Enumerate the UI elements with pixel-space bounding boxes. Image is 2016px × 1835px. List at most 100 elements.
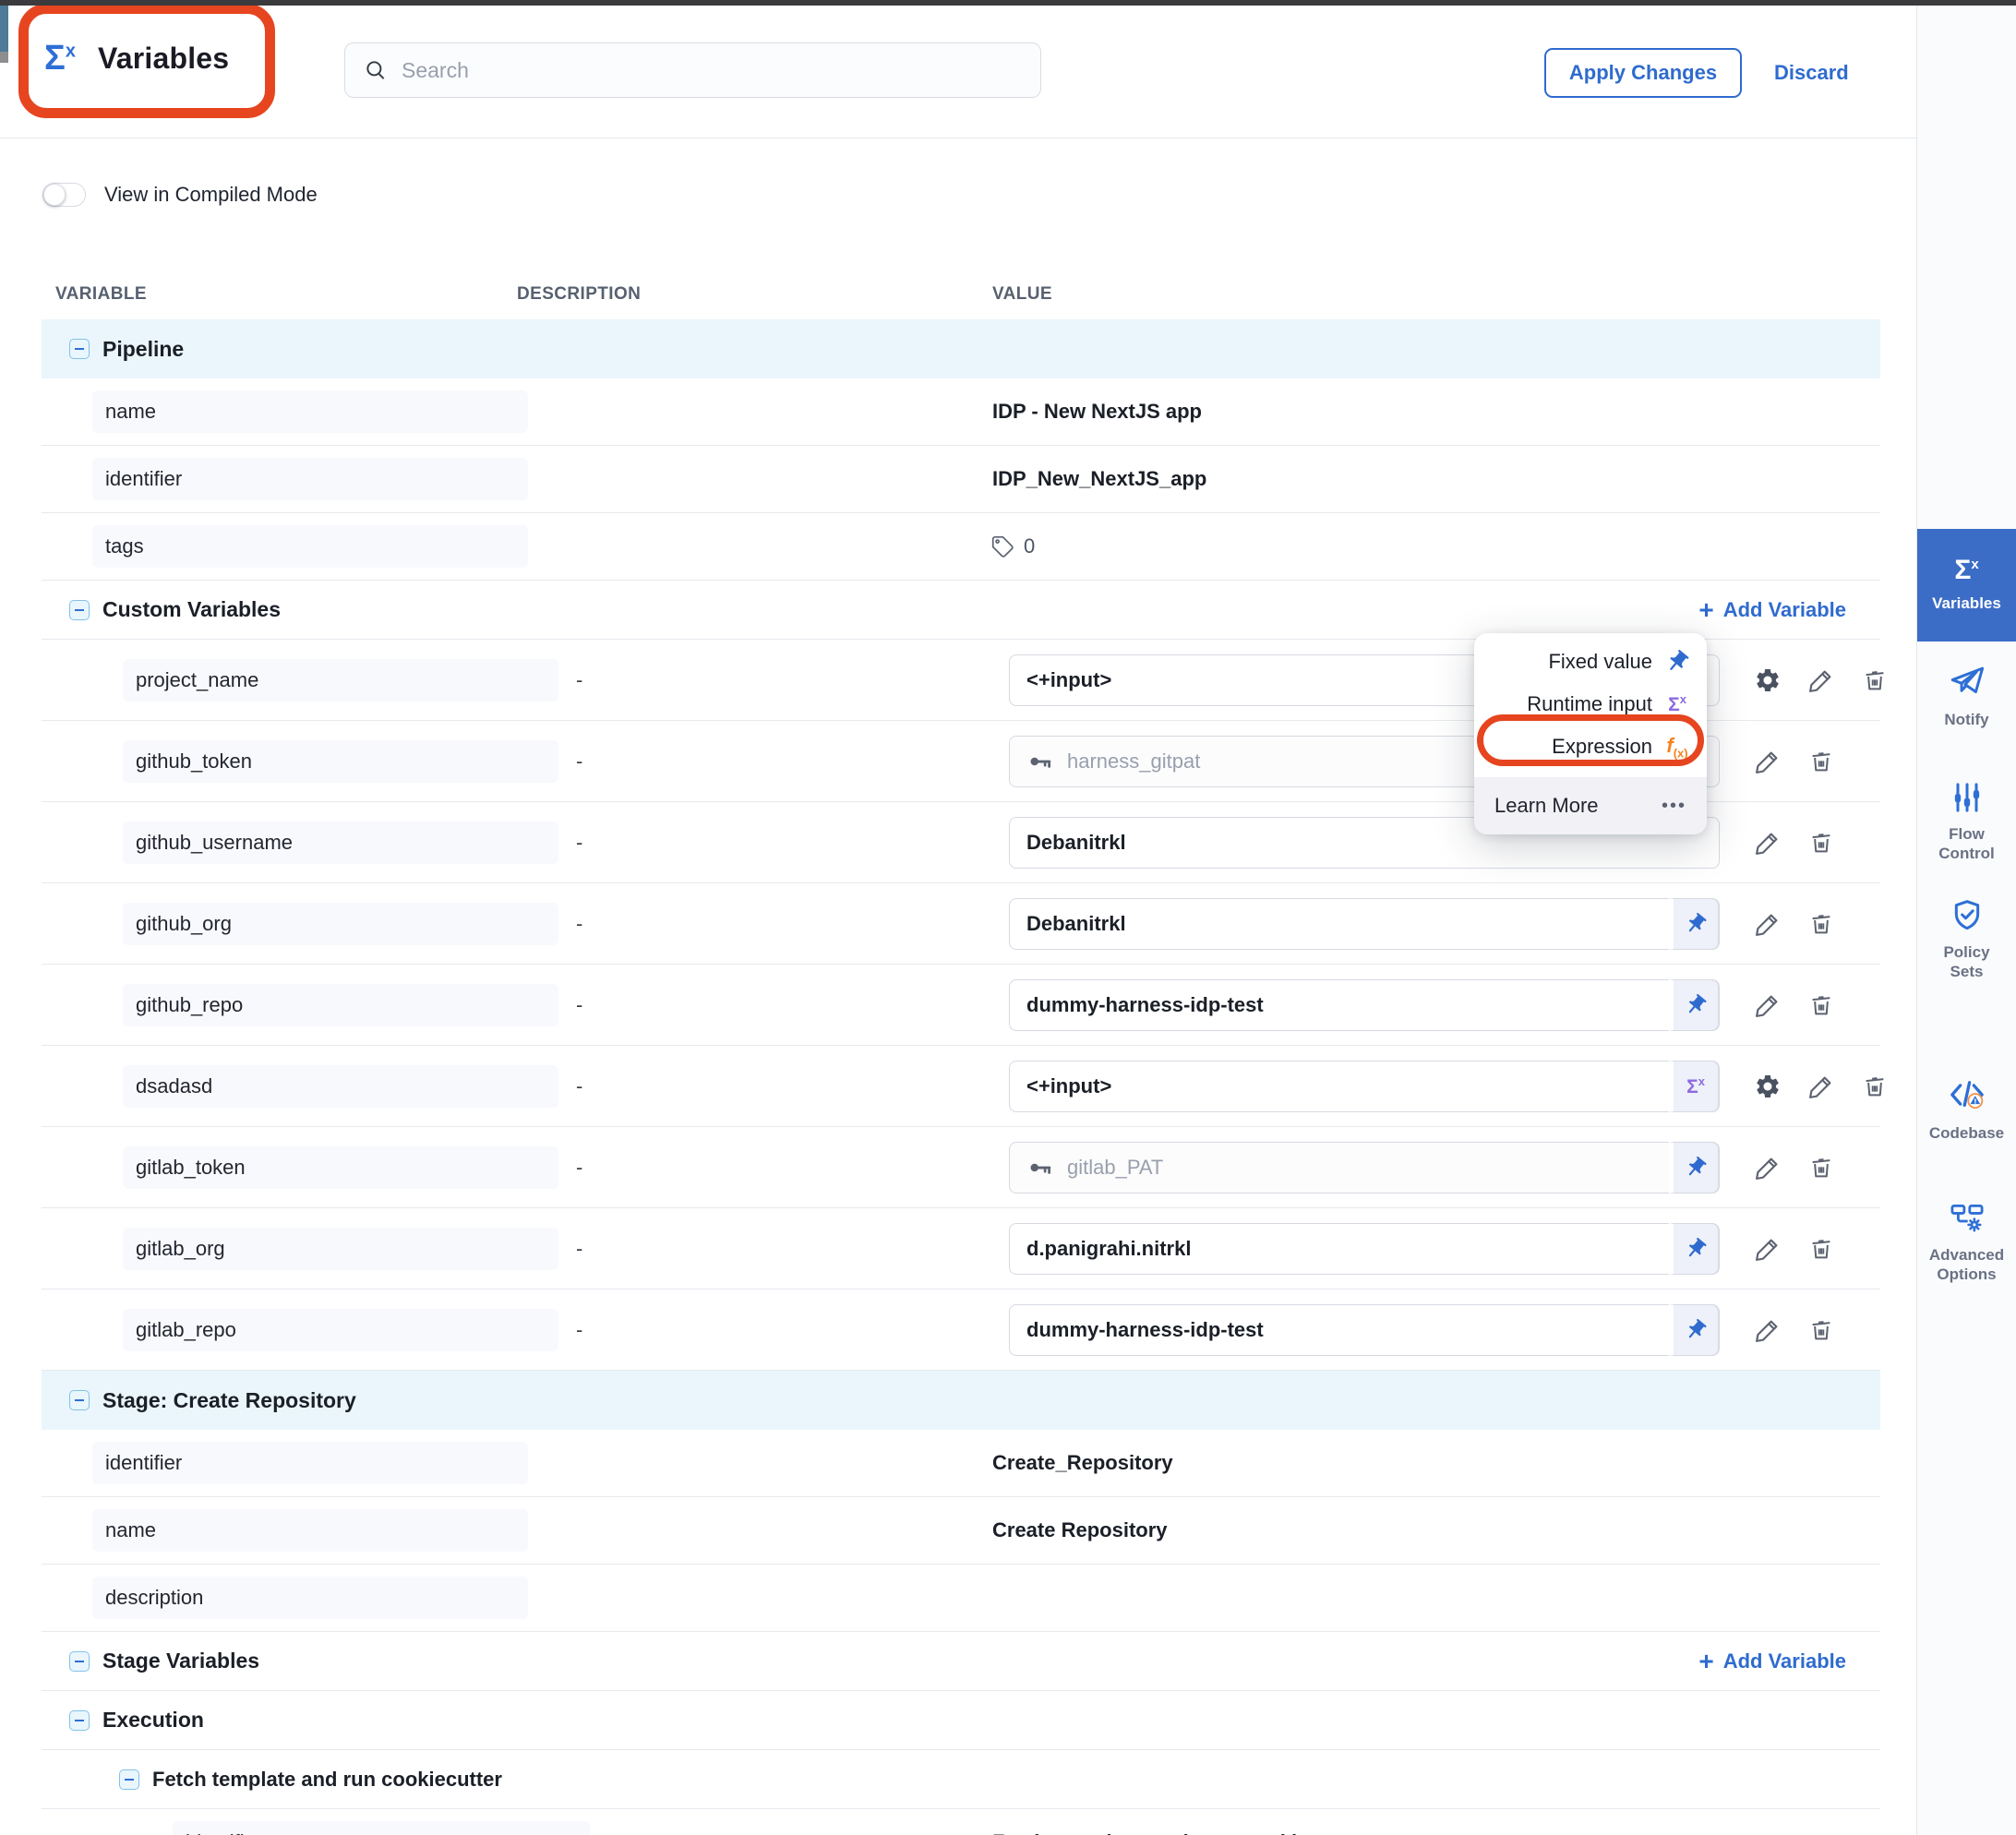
flow-gear-icon — [1948, 1198, 1986, 1237]
sidebar-item-notify[interactable]: Notify — [1917, 663, 2016, 729]
sigma-x-icon: Σx — [44, 41, 76, 76]
settings-gear-icon[interactable] — [1754, 1073, 1782, 1100]
sidebar-item-policy-sets[interactable]: Policy Sets — [1917, 897, 2016, 982]
search-input[interactable] — [402, 58, 1022, 83]
variable-value: IDP - New NextJS app — [992, 400, 1202, 424]
compiled-mode-toggle[interactable] — [42, 183, 86, 207]
collapse-icon[interactable] — [69, 1390, 90, 1410]
collapse-icon[interactable] — [69, 1651, 90, 1672]
variable-label: tags — [92, 525, 528, 568]
sigma-x-icon: Σx — [1686, 1074, 1705, 1098]
settings-gear-icon[interactable] — [1754, 666, 1782, 694]
variable-label: identifier — [92, 458, 528, 500]
value-type-selector[interactable]: Σx — [1669, 1061, 1719, 1112]
sidebar-item-variables[interactable]: Σx Variables — [1917, 529, 2016, 642]
table-row: gitlab_token - gitlab_PAT — [42, 1127, 1880, 1208]
value-type-selector[interactable] — [1669, 898, 1719, 950]
plus-icon: + — [1698, 1649, 1713, 1674]
variable-value: IDP_New_NextJS_app — [992, 467, 1206, 491]
collapse-icon[interactable] — [69, 600, 90, 620]
section-step: Fetch template and run cookiecutter — [42, 1750, 1880, 1809]
variable-value: Create Repository — [992, 1518, 1168, 1542]
value-input[interactable]: d.panigrahi.nitrkl — [1009, 1223, 1720, 1275]
delete-trash-icon[interactable] — [1807, 1316, 1835, 1344]
compiled-mode-label: View in Compiled Mode — [104, 183, 318, 207]
pin-icon — [1684, 1156, 1708, 1180]
edit-pencil-icon[interactable] — [1754, 748, 1782, 775]
menu-item-fixed-value[interactable]: Fixed value — [1474, 641, 1707, 683]
edit-pencil-icon[interactable] — [1754, 1154, 1782, 1181]
value-type-menu: Fixed value Runtime input Σx Expression … — [1474, 633, 1707, 834]
variable-label: github_repo — [123, 984, 558, 1026]
right-nav-sidebar: Σx Variables Notify Flow Control Policy … — [1916, 6, 2016, 1835]
menu-item-runtime-input[interactable]: Runtime input Σx — [1474, 683, 1707, 726]
add-variable-button[interactable]: + Add Variable — [1698, 597, 1846, 623]
column-value: VALUE — [992, 284, 1052, 305]
delete-trash-icon[interactable] — [1807, 829, 1835, 857]
delete-trash-icon[interactable] — [1861, 666, 1889, 694]
discard-button[interactable]: Discard — [1774, 48, 1849, 98]
edit-pencil-icon[interactable] — [1754, 829, 1782, 857]
section-execution: Execution — [42, 1691, 1880, 1750]
value-type-selector[interactable] — [1669, 979, 1719, 1031]
table-row: tags 0 — [42, 513, 1880, 581]
value-input[interactable]: <+input> Σx — [1009, 1061, 1720, 1112]
delete-trash-icon[interactable] — [1807, 991, 1835, 1019]
edit-pencil-icon[interactable] — [1754, 991, 1782, 1019]
value-type-selector[interactable] — [1669, 1142, 1719, 1193]
search-box[interactable] — [344, 42, 1041, 98]
variable-label: identifier — [173, 1821, 590, 1835]
variable-label: dsadasd — [123, 1065, 558, 1108]
plus-icon: + — [1698, 597, 1713, 623]
table-row: identifier Create_Repository — [42, 1430, 1880, 1497]
table-row: identifier Fetch_template_and_run_cookie… — [42, 1809, 1880, 1835]
sidebar-item-flow-control[interactable]: Flow Control — [1917, 779, 2016, 864]
tags-count[interactable]: 0 — [990, 534, 1035, 558]
delete-trash-icon[interactable] — [1807, 1154, 1835, 1181]
delete-trash-icon[interactable] — [1861, 1073, 1889, 1100]
collapse-icon[interactable] — [69, 1710, 90, 1731]
table-row: name Create Repository — [42, 1497, 1880, 1565]
edit-pencil-icon[interactable] — [1807, 666, 1835, 694]
table-row: dsadasd - <+input> Σx — [42, 1046, 1880, 1127]
value-type-selector[interactable] — [1669, 1223, 1719, 1275]
edit-pencil-icon[interactable] — [1754, 1235, 1782, 1263]
variable-value: Fetch_template_and_run_cookiecutter — [992, 1830, 1364, 1835]
apply-changes-button[interactable]: Apply Changes — [1544, 48, 1742, 98]
variables-panel: Σx Variables Apply Changes Discard View … — [0, 0, 2016, 1835]
delete-trash-icon[interactable] — [1807, 910, 1835, 938]
sliders-icon — [1949, 779, 1986, 816]
variable-label: github_token — [123, 740, 558, 783]
sidebar-item-codebase[interactable]: Codebase — [1917, 1074, 2016, 1143]
pin-icon — [1684, 912, 1708, 936]
variable-label: identifier — [92, 1442, 528, 1484]
variable-label: gitlab_org — [123, 1228, 558, 1270]
fx-icon: f(x) — [1666, 734, 1687, 760]
edit-pencil-icon[interactable] — [1754, 1316, 1782, 1344]
value-input[interactable]: dummy-harness-idp-test — [1009, 979, 1720, 1031]
edit-pencil-icon[interactable] — [1754, 910, 1782, 938]
section-title: Stage Variables — [102, 1649, 259, 1673]
learn-more-item[interactable]: Learn More ••• — [1474, 777, 1707, 834]
edit-pencil-icon[interactable] — [1807, 1073, 1835, 1100]
variable-label: name — [92, 1509, 528, 1552]
collapse-icon[interactable] — [119, 1769, 139, 1790]
variable-value: Create_Repository — [992, 1451, 1173, 1475]
ellipsis-icon[interactable]: ••• — [1662, 796, 1686, 817]
delete-trash-icon[interactable] — [1807, 1235, 1835, 1263]
table-row: gitlab_org - d.panigrahi.nitrkl — [42, 1208, 1880, 1289]
section-pipeline: Pipeline — [42, 319, 1880, 378]
add-variable-button[interactable]: + Add Variable — [1698, 1649, 1846, 1674]
variable-label: github_username — [123, 822, 558, 864]
sidebar-item-advanced-options[interactable]: Advanced Options — [1917, 1198, 2016, 1285]
menu-item-expression[interactable]: Expression f(x) — [1474, 726, 1707, 768]
value-input[interactable]: Debanitrkl — [1009, 898, 1720, 950]
step-title: Fetch template and run cookiecutter — [152, 1768, 502, 1792]
value-input[interactable]: dummy-harness-idp-test — [1009, 1304, 1720, 1356]
collapse-icon[interactable] — [69, 339, 90, 359]
value-type-selector[interactable] — [1669, 1304, 1719, 1356]
secret-value-input[interactable]: gitlab_PAT — [1009, 1142, 1720, 1193]
section-title: Execution — [102, 1708, 204, 1733]
delete-trash-icon[interactable] — [1807, 748, 1835, 775]
panel-header: Σx Variables Apply Changes Discard — [0, 6, 1916, 138]
